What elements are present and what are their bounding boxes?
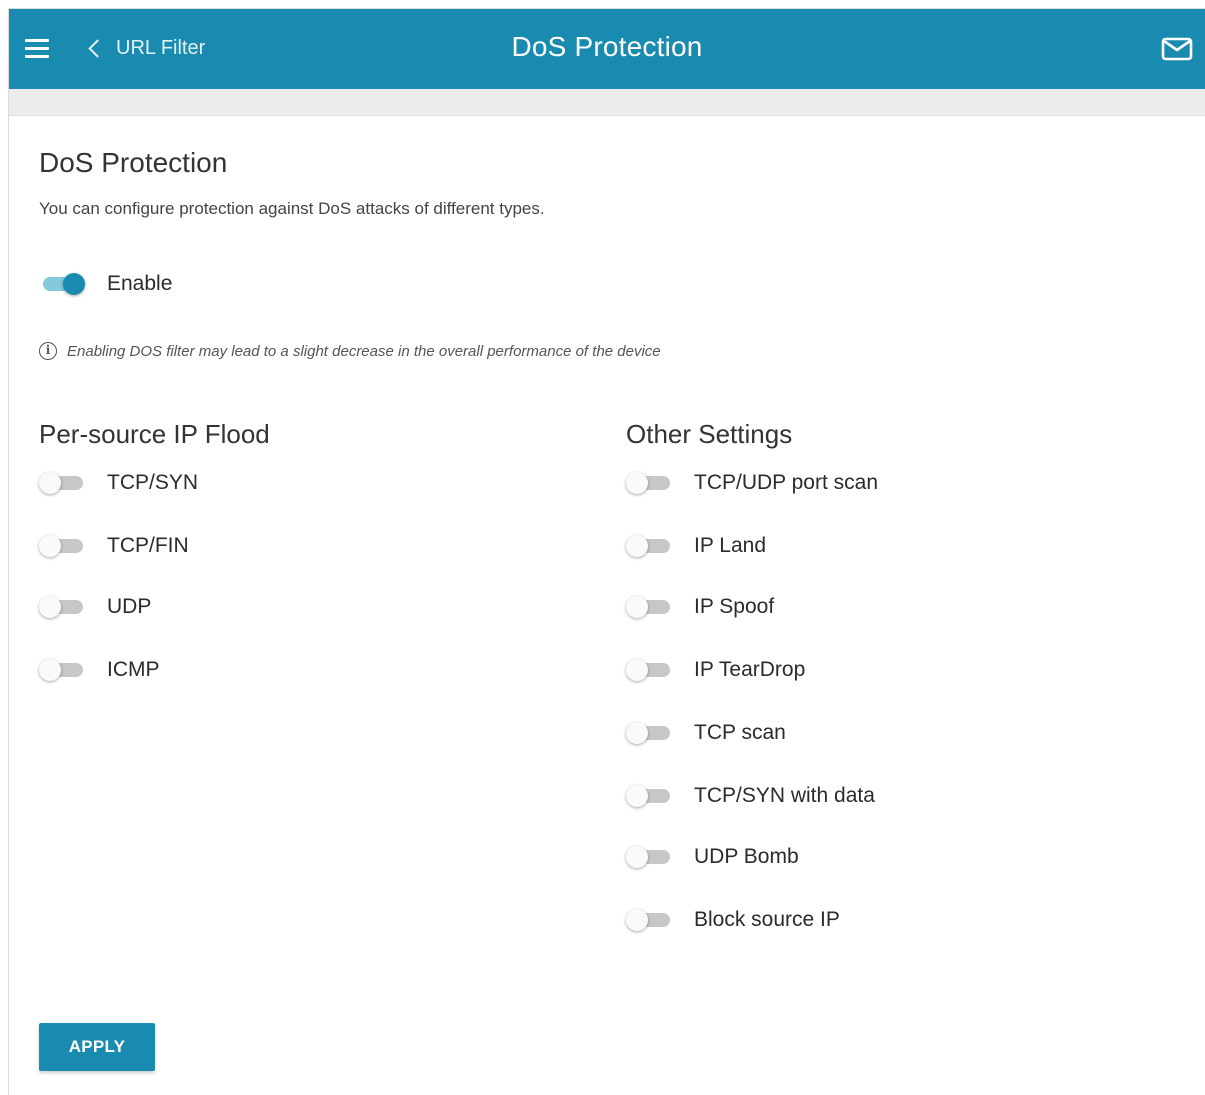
ip-spoof-toggle[interactable] [626, 592, 672, 622]
toggle-label: TCP/SYN with data [694, 784, 875, 807]
toggle-knob [626, 535, 648, 557]
toggle-row-tcp-syn: TCP/SYN [39, 468, 198, 498]
toggle-knob [626, 472, 648, 494]
toggle-knob [39, 596, 61, 618]
toggle-row-tcp-scan: TCP scan [626, 718, 786, 748]
toggle-knob [626, 659, 648, 681]
toggle-row-udp: UDP [39, 592, 151, 622]
toggle-knob [626, 785, 648, 807]
toggle-label: ICMP [107, 658, 160, 681]
apply-button[interactable]: APPLY [39, 1023, 155, 1071]
top-bar: URL Filter DoS Protection [9, 9, 1205, 89]
toggle-knob [626, 596, 648, 618]
tcp-fin-toggle[interactable] [39, 531, 85, 561]
page-header-title: DoS Protection [511, 31, 703, 62]
toggle-knob [39, 472, 61, 494]
toggle-label: IP TearDrop [694, 658, 806, 681]
toggle-row-ip-teardrop: IP TearDrop [626, 655, 805, 685]
toggle-knob [626, 909, 648, 931]
toggle-knob [626, 722, 648, 744]
block-source-ip-toggle[interactable] [626, 905, 672, 935]
info-note: i Enabling DOS filter may lead to a slig… [39, 342, 661, 360]
tcp-syn-with-data-toggle[interactable] [626, 781, 672, 811]
enable-label: Enable [107, 272, 173, 295]
info-note-text: Enabling DOS filter may lead to a slight… [67, 342, 661, 360]
toggle-knob [63, 273, 85, 295]
tcp-syn-toggle[interactable] [39, 468, 85, 498]
ip-teardrop-toggle[interactable] [626, 655, 672, 685]
toggle-row-ip-spoof: IP Spoof [626, 592, 774, 622]
tcp-udp-port-scan-toggle[interactable] [626, 468, 672, 498]
icmp-toggle[interactable] [39, 655, 85, 685]
enable-row: Enable [39, 269, 172, 299]
toggle-label: IP Spoof [694, 595, 775, 618]
toggle-row-icmp: ICMP [39, 655, 160, 685]
section-title: DoS Protection [39, 147, 228, 178]
toggle-label: TCP/UDP port scan [694, 471, 879, 494]
toggle-label: TCP scan [694, 721, 786, 744]
mail-icon[interactable] [1161, 37, 1193, 61]
toggle-row-tcp-fin: TCP/FIN [39, 531, 189, 561]
toggle-label: IP Land [694, 534, 767, 557]
per-source-heading: Per-source IP Flood [39, 419, 270, 449]
section-description: You can configure protection against DoS… [39, 199, 545, 218]
toggle-label: Block source IP [694, 908, 840, 931]
toggle-knob [39, 659, 61, 681]
toggle-knob [626, 846, 648, 868]
toggle-row-block-source-ip: Block source IP [626, 905, 840, 935]
content-area: DoS Protection You can configure protect… [39, 139, 1205, 219]
toggle-row-udp-bomb: UDP Bomb [626, 842, 799, 872]
toggle-label: UDP Bomb [694, 845, 799, 868]
toggle-label: TCP/SYN [107, 471, 199, 494]
udp-toggle[interactable] [39, 592, 85, 622]
udp-bomb-toggle[interactable] [626, 842, 672, 872]
ip-land-toggle[interactable] [626, 531, 672, 561]
info-icon: i [39, 342, 57, 360]
toggle-row-ip-land: IP Land [626, 531, 766, 561]
sub-bar [9, 89, 1205, 116]
toggle-label: TCP/FIN [107, 534, 189, 557]
toggle-label: UDP [107, 595, 152, 618]
toggle-row-tcp-udp-port-scan: TCP/UDP port scan [626, 468, 878, 498]
toggle-knob [39, 535, 61, 557]
tcp-scan-toggle[interactable] [626, 718, 672, 748]
other-settings-heading: Other Settings [626, 419, 793, 449]
toggle-row-tcp-syn-with-data: TCP/SYN with data [626, 781, 875, 811]
enable-toggle[interactable] [39, 269, 85, 299]
app-frame: URL Filter DoS Protection DoS Protection… [8, 8, 1205, 1095]
